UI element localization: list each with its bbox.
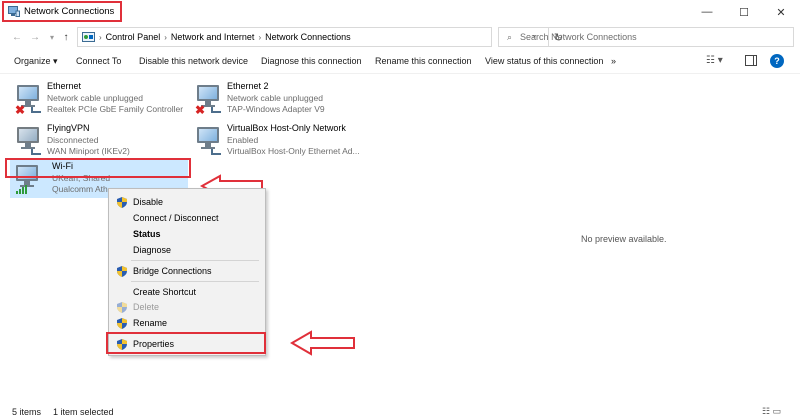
item-status: Network cable unplugged bbox=[47, 93, 143, 103]
breadcrumb-control-panel[interactable]: Control Panel bbox=[106, 32, 161, 42]
menu-item-label: Delete bbox=[133, 302, 160, 312]
connect-to-button[interactable]: Connect To bbox=[76, 56, 121, 66]
up-arrow-icon: ↑ bbox=[63, 31, 69, 43]
selection-count: 1 item selected bbox=[53, 407, 114, 417]
up-button[interactable]: ↑ bbox=[59, 29, 73, 45]
preview-pane-message: No preview available. bbox=[581, 234, 667, 244]
menu-item-status[interactable]: Status bbox=[109, 226, 265, 242]
command-bar: Organize ▾ Connect To Disable this netwo… bbox=[0, 50, 800, 74]
list-item-flyingvpn[interactable]: FlyingVPN Disconnected WAN Miniport (IKE… bbox=[5, 120, 185, 160]
breadcrumb-network-and-internet[interactable]: Network and Internet bbox=[171, 32, 255, 42]
network-connections-icon bbox=[8, 6, 20, 17]
menu-separator bbox=[131, 260, 259, 261]
preview-pane-icon[interactable] bbox=[745, 55, 757, 66]
search-box[interactable]: ⌕ Search Network Connections bbox=[498, 27, 794, 47]
menu-item-bridge-connections[interactable]: Bridge Connections bbox=[109, 263, 265, 279]
menu-item-label: Bridge Connections bbox=[133, 266, 212, 276]
uac-shield-icon bbox=[117, 302, 127, 313]
diagnose-button[interactable]: Diagnose this connection bbox=[261, 56, 362, 66]
change-view-icon[interactable]: ☷ ▾ bbox=[706, 55, 723, 66]
breadcrumb-separator: › bbox=[99, 32, 102, 42]
more-commands-button[interactable]: » bbox=[611, 56, 616, 66]
chevron-down-icon: ▾ bbox=[49, 32, 54, 42]
address-bar[interactable]: › Control Panel › Network and Internet ›… bbox=[77, 27, 563, 47]
disable-device-button[interactable]: Disable this network device bbox=[139, 56, 248, 66]
item-device: VirtualBox Host-Only Ethernet Ad... bbox=[227, 146, 360, 156]
back-arrow-icon: ← bbox=[12, 31, 22, 43]
item-status: Network cable unplugged bbox=[227, 93, 323, 103]
ethernet-icon: ✖ bbox=[15, 83, 41, 117]
menu-item-diagnose[interactable]: Diagnose bbox=[109, 242, 265, 258]
item-name: VirtualBox Host-Only Network bbox=[227, 123, 346, 133]
close-button[interactable]: ✕ bbox=[766, 0, 796, 24]
vpn-icon bbox=[15, 125, 41, 155]
breadcrumb-network-connections[interactable]: Network Connections bbox=[265, 32, 351, 42]
item-device: Realtek PCIe GbE Family Controller bbox=[47, 104, 184, 114]
wifi-highlight-box bbox=[5, 158, 191, 178]
menu-item-disable[interactable]: Disable bbox=[109, 194, 265, 210]
item-name: Ethernet bbox=[47, 81, 82, 91]
menu-item-label: Status bbox=[133, 229, 161, 239]
maximize-icon: ☐ bbox=[739, 6, 749, 19]
item-name: FlyingVPN bbox=[47, 123, 90, 133]
recent-locations-button[interactable]: ▾ bbox=[45, 29, 59, 45]
item-name: Ethernet 2 bbox=[227, 81, 269, 91]
menu-item-connect-disconnect[interactable]: Connect / Disconnect bbox=[109, 210, 265, 226]
view-status-button[interactable]: View status of this connection bbox=[485, 56, 603, 66]
close-icon: ✕ bbox=[776, 6, 786, 19]
list-item-virtualbox-host-only-network[interactable]: VirtualBox Host-Only Network Enabled Vir… bbox=[185, 120, 365, 160]
view-toggle-icon[interactable]: ☷ ▭ bbox=[762, 406, 781, 417]
forward-button[interactable]: → bbox=[28, 29, 42, 45]
search-icon: ⌕ bbox=[507, 31, 513, 42]
search-input[interactable]: Search Network Connections bbox=[520, 32, 637, 42]
help-icon[interactable]: ? bbox=[770, 54, 784, 68]
menu-item-rename[interactable]: Rename bbox=[109, 315, 265, 331]
rename-button[interactable]: Rename this connection bbox=[375, 56, 472, 66]
minimize-icon: — bbox=[701, 6, 713, 18]
organize-menu[interactable]: Organize ▾ bbox=[14, 56, 58, 67]
menu-item-label: Diagnose bbox=[133, 245, 172, 255]
menu-item-label: Rename bbox=[133, 318, 168, 328]
item-count: 5 items bbox=[12, 407, 42, 417]
network-connections-window: Network Connections — ☐ ✕ ← → ▾ ↑ › Cont… bbox=[0, 0, 800, 420]
back-button[interactable]: ← bbox=[10, 29, 24, 45]
ethernet-icon: ✖ bbox=[195, 83, 221, 117]
list-item-ethernet-2[interactable]: ✖ Ethernet 2 Network cable unplugged TAP… bbox=[185, 78, 365, 118]
item-device: Qualcomm Ath bbox=[52, 184, 108, 194]
breadcrumb-separator: › bbox=[164, 32, 167, 42]
address-toolbar: ← → ▾ ↑ › Control Panel › Network and In… bbox=[0, 24, 800, 50]
menu-item-label: Create Shortcut bbox=[133, 287, 197, 297]
menu-item-delete: Delete bbox=[109, 299, 265, 315]
window-title: Network Connections bbox=[24, 6, 115, 17]
ethernet-icon bbox=[195, 125, 221, 155]
window-title-area: Network Connections bbox=[2, 1, 123, 22]
minimize-button[interactable]: — bbox=[692, 0, 722, 24]
menu-item-create-shortcut[interactable]: Create Shortcut bbox=[109, 284, 265, 300]
list-item-ethernet[interactable]: ✖ Ethernet Network cable unplugged Realt… bbox=[5, 78, 185, 118]
breadcrumb-separator: › bbox=[258, 32, 262, 42]
item-device: WAN Miniport (IKEv2) bbox=[47, 146, 130, 156]
menu-item-label: Disable bbox=[133, 197, 164, 207]
maximize-button[interactable]: ☐ bbox=[729, 0, 759, 24]
menu-separator bbox=[131, 281, 259, 282]
uac-shield-icon bbox=[117, 266, 127, 277]
menu-item-label: Connect / Disconnect bbox=[133, 213, 219, 223]
uac-shield-icon bbox=[117, 197, 127, 208]
title-bar: Network Connections — ☐ ✕ bbox=[0, 0, 800, 24]
item-device: TAP-Windows Adapter V9 bbox=[227, 104, 325, 114]
context-menu: Disable Connect / Disconnect Status Diag… bbox=[108, 188, 266, 356]
item-status: Disconnected bbox=[47, 135, 99, 145]
item-status: Enabled bbox=[227, 135, 259, 145]
forward-arrow-icon: → bbox=[30, 31, 40, 43]
annotation-arrow-icon bbox=[290, 330, 355, 356]
uac-shield-icon bbox=[117, 318, 127, 329]
status-bar: 5 items 1 item selected ☷ ▭ bbox=[0, 402, 800, 420]
properties-highlight-box bbox=[106, 332, 266, 354]
control-panel-icon bbox=[82, 31, 95, 42]
